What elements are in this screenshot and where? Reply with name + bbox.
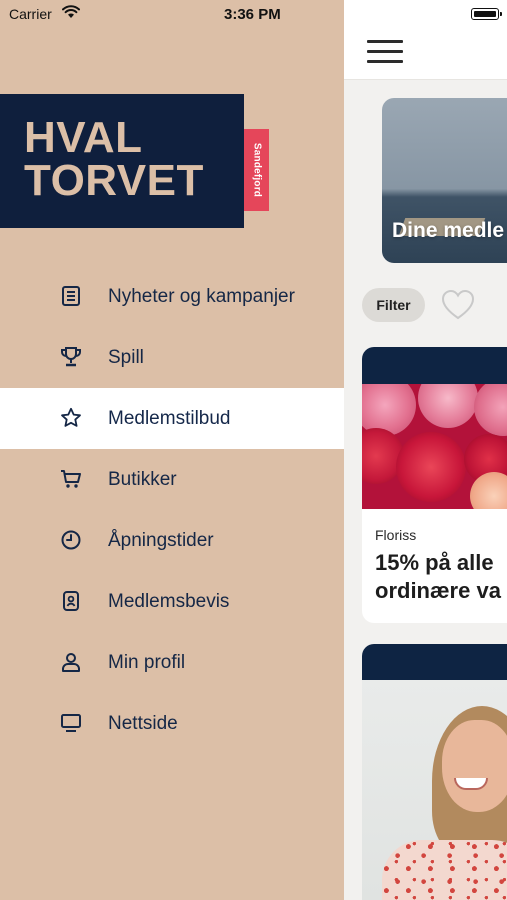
filter-button[interactable]: Filter — [362, 288, 425, 322]
offer-store-name: Floriss — [375, 527, 417, 543]
status-time: 3:36 PM — [224, 6, 281, 23]
trophy-icon — [61, 347, 81, 367]
newspaper-icon — [62, 286, 80, 306]
menu-toggle-button[interactable] — [367, 40, 403, 64]
navigation-drawer: Carrier 3:36 PM HVAL TORVET Sandefjord N… — [0, 0, 344, 900]
menu-item-label: Nyheter og kampanjer — [108, 286, 295, 307]
carrier-label: Carrier — [9, 6, 52, 22]
menu-item-apningstider[interactable]: Åpningstider — [0, 510, 344, 571]
person-icon — [62, 653, 80, 672]
top-bar — [344, 0, 507, 80]
menu-item-min-profil[interactable]: Min profil — [0, 632, 344, 693]
drawer-menu: Nyheter og kampanjer Spill Medlemstilbud — [0, 266, 344, 754]
cart-icon — [61, 470, 81, 488]
logo-line-2: TORVET — [24, 156, 204, 205]
offer-card[interactable]: Floriss 15% på alle ordinære va — [362, 347, 507, 623]
main-content: Dine medle Filter Floriss 15% på alle or… — [344, 0, 507, 900]
menu-item-label: Min profil — [108, 652, 186, 673]
menu-item-medlemstilbud[interactable]: Medlemstilbud — [0, 388, 344, 449]
offer-title: 15% på alle ordinære va — [375, 550, 501, 603]
wifi-icon — [62, 5, 80, 18]
star-icon — [61, 407, 81, 427]
offer-card-header — [362, 644, 507, 680]
offer-card-header — [362, 347, 507, 384]
menu-item-nyheter[interactable]: Nyheter og kampanjer — [0, 266, 344, 327]
menu-item-label: Medlemsbevis — [108, 591, 230, 612]
monitor-icon — [61, 714, 81, 732]
offer-image — [362, 680, 507, 900]
hero-title: Dine medle — [392, 219, 505, 242]
logo-location-text: Sandefjord — [251, 142, 262, 198]
menu-item-butikker[interactable]: Butikker — [0, 449, 344, 510]
menu-item-medlemsbevis[interactable]: Medlemsbevis — [0, 571, 344, 632]
logo-location-tag: Sandefjord — [244, 129, 269, 211]
menu-item-label: Åpningstider — [108, 530, 214, 551]
member-card-icon — [63, 591, 79, 611]
offer-card[interactable] — [362, 644, 507, 900]
logo: HVAL TORVET — [0, 94, 244, 228]
battery-icon — [471, 8, 502, 20]
menu-item-nettside[interactable]: Nettside — [0, 693, 344, 754]
member-hero-card[interactable]: Dine medle — [382, 98, 507, 263]
clock-icon — [61, 530, 81, 550]
offer-image — [362, 384, 507, 509]
menu-item-label: Butikker — [108, 469, 177, 490]
menu-item-label: Spill — [108, 347, 144, 368]
menu-item-spill[interactable]: Spill — [0, 327, 344, 388]
logo-line-1: HVAL — [24, 113, 143, 162]
menu-item-label: Nettside — [108, 713, 178, 734]
menu-item-label: Medlemstilbud — [108, 408, 231, 429]
heart-icon[interactable] — [441, 289, 475, 321]
